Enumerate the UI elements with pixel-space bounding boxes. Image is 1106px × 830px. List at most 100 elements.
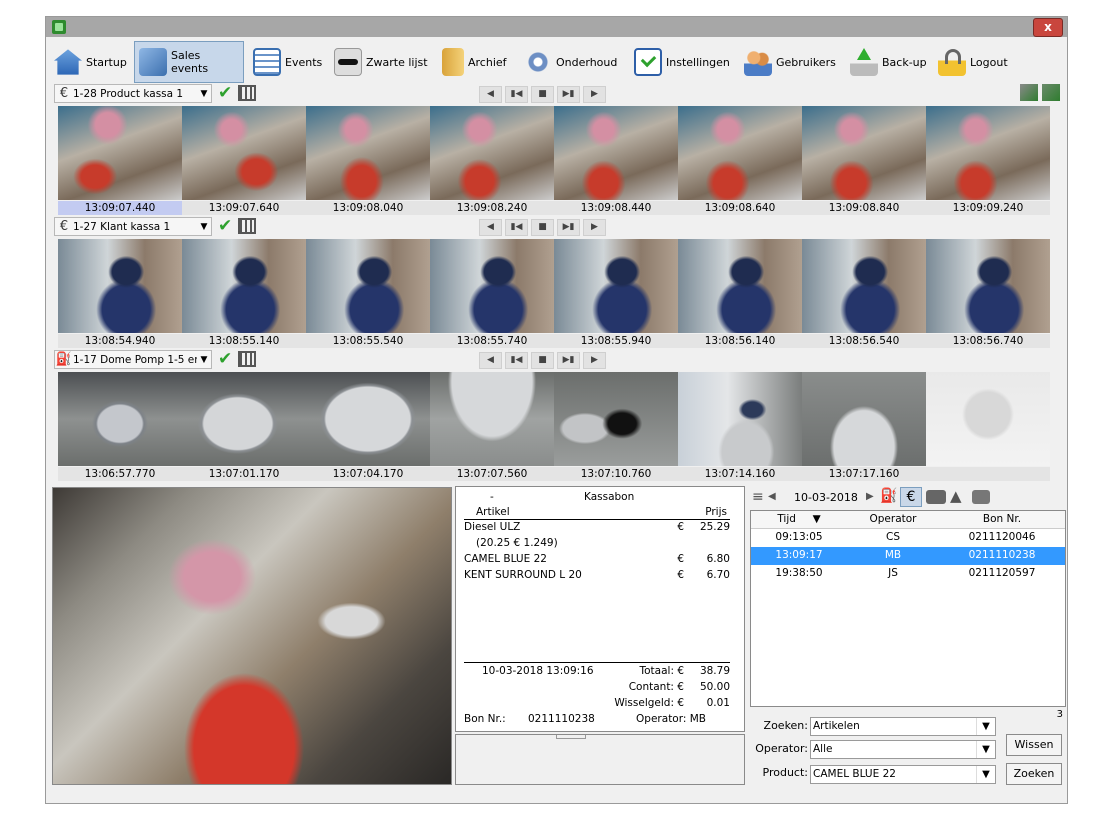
film-strip-icon[interactable] bbox=[238, 351, 256, 367]
currency-euro-icon[interactable]: € bbox=[900, 487, 922, 507]
toolbar-startup-button[interactable]: Startup bbox=[50, 41, 131, 83]
video-frame[interactable] bbox=[554, 106, 678, 200]
video-frame[interactable] bbox=[802, 239, 926, 333]
step-back-icon[interactable]: ▮◀ bbox=[505, 352, 528, 369]
clear-button[interactable]: Wissen bbox=[1006, 734, 1062, 756]
search-select[interactable]: Artikelen ▼ bbox=[810, 717, 996, 736]
timestamp[interactable]: 13:07:17.160 bbox=[802, 467, 926, 481]
table-row[interactable]: 19:38:50 JS 0211120597 bbox=[751, 565, 1065, 583]
video-frame[interactable] bbox=[926, 239, 1050, 333]
stop-icon[interactable]: ■ bbox=[531, 86, 554, 103]
fuel-pump-icon[interactable]: ⛽ bbox=[880, 488, 897, 504]
video-frame[interactable] bbox=[58, 239, 182, 333]
timestamp[interactable]: 13:09:08.440 bbox=[554, 201, 678, 215]
timestamp[interactable]: 13:07:07.560 bbox=[430, 467, 554, 481]
toolbar-settings-button[interactable]: Instellingen bbox=[630, 41, 734, 83]
timestamp[interactable]: 13:09:07.440 bbox=[58, 201, 182, 215]
video-frame[interactable] bbox=[306, 372, 430, 466]
video-frame[interactable] bbox=[678, 372, 802, 466]
timestamp[interactable]: 13:09:08.040 bbox=[306, 201, 430, 215]
camera-switch-icon[interactable] bbox=[1020, 84, 1038, 101]
timestamp[interactable]: 13:09:07.640 bbox=[182, 201, 306, 215]
step-forward-icon[interactable]: ▶▮ bbox=[557, 352, 580, 369]
step-forward-icon[interactable]: ▶▮ bbox=[557, 86, 580, 103]
video-frame[interactable] bbox=[58, 106, 182, 200]
timestamp[interactable]: 13:07:04.170 bbox=[306, 467, 430, 481]
timestamp[interactable] bbox=[926, 467, 1050, 481]
close-button[interactable]: x bbox=[1033, 18, 1063, 37]
video-frame[interactable] bbox=[182, 372, 306, 466]
product-select[interactable]: CAMEL BLUE 22 ▼ bbox=[810, 765, 996, 784]
video-frame[interactable] bbox=[430, 106, 554, 200]
search-button[interactable]: Zoeken bbox=[1006, 763, 1062, 785]
vehicle-icon[interactable] bbox=[972, 490, 990, 504]
col-operator-header[interactable]: Operator bbox=[847, 511, 939, 528]
timestamp[interactable]: 13:09:08.640 bbox=[678, 201, 802, 215]
rewind-icon[interactable]: ◀ bbox=[479, 219, 502, 236]
car-icon[interactable] bbox=[926, 490, 946, 504]
table-row[interactable]: 09:13:05 CS 0211120046 bbox=[751, 529, 1065, 547]
video-frame[interactable] bbox=[926, 106, 1050, 200]
check-icon[interactable]: ✔ bbox=[218, 83, 232, 103]
video-frame[interactable] bbox=[678, 106, 802, 200]
video-frame[interactable] bbox=[802, 106, 926, 200]
check-icon[interactable]: ✔ bbox=[218, 349, 232, 369]
main-video-view[interactable] bbox=[52, 487, 452, 785]
video-frame[interactable] bbox=[306, 106, 430, 200]
video-frame[interactable] bbox=[182, 106, 306, 200]
step-forward-icon[interactable]: ▶▮ bbox=[557, 219, 580, 236]
timestamp[interactable]: 13:07:10.760 bbox=[554, 467, 678, 481]
video-frame[interactable] bbox=[678, 239, 802, 333]
warning-icon[interactable]: ▲ bbox=[950, 487, 962, 505]
prev-date-icon[interactable]: ◀ bbox=[768, 491, 776, 502]
toolbar-sales-events-button[interactable]: Sales events bbox=[134, 41, 244, 83]
col-time-header[interactable]: Tijd ▼ bbox=[751, 511, 847, 528]
splitter-handle[interactable] bbox=[556, 735, 586, 739]
timestamp[interactable]: 13:07:14.160 bbox=[678, 467, 802, 481]
timestamp[interactable]: 13:08:55.740 bbox=[430, 334, 554, 348]
step-back-icon[interactable]: ▮◀ bbox=[505, 219, 528, 236]
timestamp[interactable]: 13:08:56.740 bbox=[926, 334, 1050, 348]
video-frame[interactable] bbox=[554, 372, 678, 466]
timestamp[interactable]: 13:09:09.240 bbox=[926, 201, 1050, 215]
col-bon-header[interactable]: Bon Nr. bbox=[939, 511, 1065, 528]
toolbar-events-button[interactable]: Events bbox=[249, 41, 326, 83]
step-back-icon[interactable]: ▮◀ bbox=[505, 86, 528, 103]
play-icon[interactable]: ▶ bbox=[583, 352, 606, 369]
toolbar-backup-button[interactable]: Back-up bbox=[846, 41, 931, 83]
video-frame[interactable] bbox=[554, 239, 678, 333]
camera-2-select[interactable]: € 1-27 Klant kassa 1 ▼ bbox=[54, 217, 212, 236]
timestamp[interactable]: 13:08:54.940 bbox=[58, 334, 182, 348]
title-bar[interactable]: x bbox=[46, 17, 1067, 37]
video-frame[interactable] bbox=[306, 239, 430, 333]
next-date-icon[interactable]: ▶ bbox=[866, 491, 874, 502]
table-row[interactable]: 13:09:17 MB 0211110238 bbox=[751, 547, 1065, 565]
stop-icon[interactable]: ■ bbox=[531, 352, 554, 369]
timestamp[interactable]: 13:09:08.240 bbox=[430, 201, 554, 215]
video-frame[interactable] bbox=[182, 239, 306, 333]
toolbar-archive-button[interactable]: Archief bbox=[438, 41, 511, 83]
film-strip-icon[interactable] bbox=[238, 218, 256, 234]
timestamp[interactable]: 13:08:55.940 bbox=[554, 334, 678, 348]
operator-select[interactable]: Alle ▼ bbox=[810, 740, 996, 759]
video-frame[interactable] bbox=[58, 372, 182, 466]
play-icon[interactable]: ▶ bbox=[583, 219, 606, 236]
toolbar-users-button[interactable]: Gebruikers bbox=[740, 41, 840, 83]
rewind-icon[interactable]: ◀ bbox=[479, 86, 502, 103]
timestamp[interactable]: 13:08:56.540 bbox=[802, 334, 926, 348]
date-display[interactable]: 10-03-2018 bbox=[794, 491, 858, 504]
toolbar-logout-button[interactable]: Logout bbox=[934, 41, 1012, 83]
video-frame[interactable] bbox=[430, 372, 554, 466]
toolbar-maintenance-button[interactable]: Onderhoud bbox=[520, 41, 621, 83]
play-icon[interactable]: ▶ bbox=[583, 86, 606, 103]
timestamp[interactable]: 13:08:55.540 bbox=[306, 334, 430, 348]
timestamp[interactable]: 13:08:55.140 bbox=[182, 334, 306, 348]
timestamp[interactable]: 13:07:01.170 bbox=[182, 467, 306, 481]
camera-3-select[interactable]: ⛽ 1-17 Dome Pomp 1-5 en ▼ bbox=[54, 350, 212, 369]
film-strip-icon[interactable] bbox=[238, 85, 256, 101]
video-frame[interactable] bbox=[926, 372, 1050, 466]
check-icon[interactable]: ✔ bbox=[218, 216, 232, 236]
camera-1-select[interactable]: € 1-28 Product kassa 1 ▼ bbox=[54, 84, 212, 103]
video-frame[interactable] bbox=[430, 239, 554, 333]
toolbar-blacklist-button[interactable]: Zwarte lijst bbox=[330, 41, 432, 83]
